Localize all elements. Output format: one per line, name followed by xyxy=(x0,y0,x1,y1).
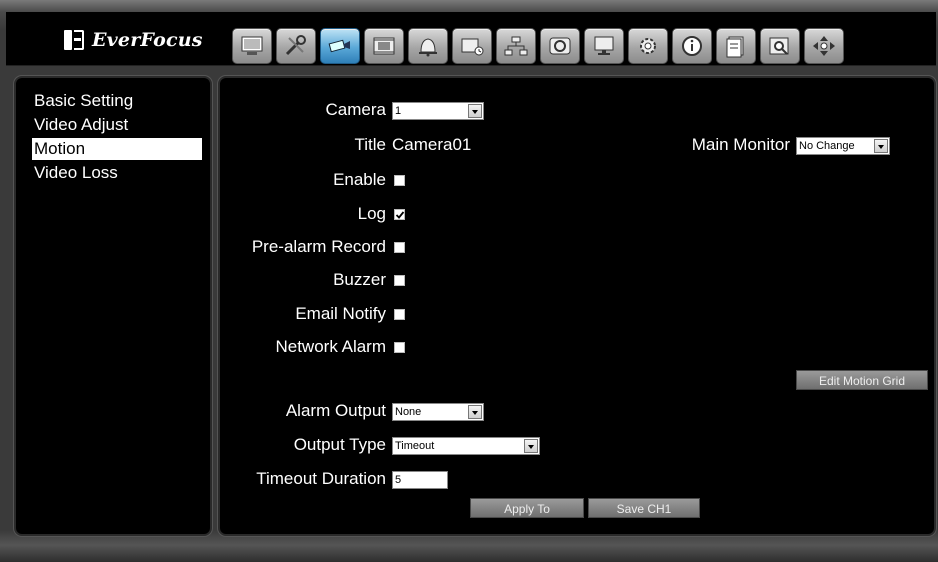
chevron-down-icon xyxy=(468,104,482,118)
camera-icon[interactable] xyxy=(320,28,360,64)
edit-motion-grid-button[interactable]: Edit Motion Grid xyxy=(796,370,928,390)
alarm-output-label: Alarm Output xyxy=(285,401,386,420)
camera-select-value: 1 xyxy=(395,105,402,117)
search-icon[interactable] xyxy=(760,28,800,64)
checkmark-icon xyxy=(395,211,405,219)
log-icon[interactable] xyxy=(716,28,756,64)
chevron-down-icon xyxy=(874,139,888,153)
brand-name: EverFocus xyxy=(92,29,203,51)
enable-label: Enable xyxy=(333,170,386,189)
alarm-output-select-value: None xyxy=(395,406,422,418)
tools-icon[interactable] xyxy=(276,28,316,64)
alarm-output-select[interactable]: None xyxy=(392,403,484,421)
email-notify-label: Email Notify xyxy=(295,304,386,323)
top-bar: EverFocus xyxy=(6,12,936,66)
pre-alarm-record-checkbox[interactable] xyxy=(394,242,405,253)
main-monitor-label: Main Monitor xyxy=(691,135,790,154)
toolbar xyxy=(232,28,844,68)
settings-sidebar: Basic Setting Video Adjust Motion Video … xyxy=(14,76,212,536)
everfocus-logo-mark xyxy=(64,29,84,51)
motion-settings-panel: Camera 1 Title Camera01 Main Monitor No … xyxy=(218,76,936,536)
enable-checkbox[interactable] xyxy=(394,175,405,186)
film-icon[interactable] xyxy=(364,28,404,64)
output-type-label: Output Type xyxy=(293,435,386,454)
title-value: Camera01 xyxy=(392,135,472,154)
disk-icon[interactable] xyxy=(540,28,580,64)
pre-alarm-record-label: Pre-alarm Record xyxy=(251,237,386,256)
output-type-select[interactable]: Timeout xyxy=(392,437,540,455)
title-label: Title xyxy=(354,135,387,154)
main-monitor-select-value: No Change xyxy=(799,140,855,152)
buzzer-label: Buzzer xyxy=(333,270,386,289)
sidebar-item-basic-setting[interactable]: Basic Setting xyxy=(32,90,202,112)
ptz-icon[interactable] xyxy=(804,28,844,64)
email-notify-checkbox[interactable] xyxy=(394,309,405,320)
record-schedule-icon[interactable] xyxy=(452,28,492,64)
brand-logo: EverFocus xyxy=(64,26,203,54)
alarm-bell-icon[interactable] xyxy=(408,28,448,64)
log-checkbox[interactable] xyxy=(394,209,405,220)
save-button[interactable]: Save CH1 xyxy=(588,498,700,518)
sidebar-item-video-adjust[interactable]: Video Adjust xyxy=(32,114,202,136)
timeout-duration-label: Timeout Duration xyxy=(256,469,386,488)
network-alarm-label: Network Alarm xyxy=(275,337,386,356)
output-type-select-value: Timeout xyxy=(395,440,435,452)
chevron-down-icon xyxy=(524,439,538,453)
network-icon[interactable] xyxy=(496,28,536,64)
sidebar-item-motion[interactable]: Motion xyxy=(32,138,202,160)
display-icon[interactable] xyxy=(584,28,624,64)
timeout-duration-input[interactable]: 5 xyxy=(392,471,448,489)
gear-icon[interactable] xyxy=(628,28,668,64)
main-monitor-select[interactable]: No Change xyxy=(796,137,890,155)
info-icon[interactable] xyxy=(672,28,712,64)
network-alarm-checkbox[interactable] xyxy=(394,342,405,353)
sidebar-item-video-loss[interactable]: Video Loss xyxy=(32,162,202,184)
chevron-down-icon xyxy=(468,405,482,419)
camera-label: Camera xyxy=(325,100,386,119)
log-label: Log xyxy=(357,204,386,223)
camera-select[interactable]: 1 xyxy=(392,102,484,120)
monitor-icon[interactable] xyxy=(232,28,272,64)
buzzer-checkbox[interactable] xyxy=(394,275,405,286)
apply-to-button[interactable]: Apply To xyxy=(470,498,584,518)
